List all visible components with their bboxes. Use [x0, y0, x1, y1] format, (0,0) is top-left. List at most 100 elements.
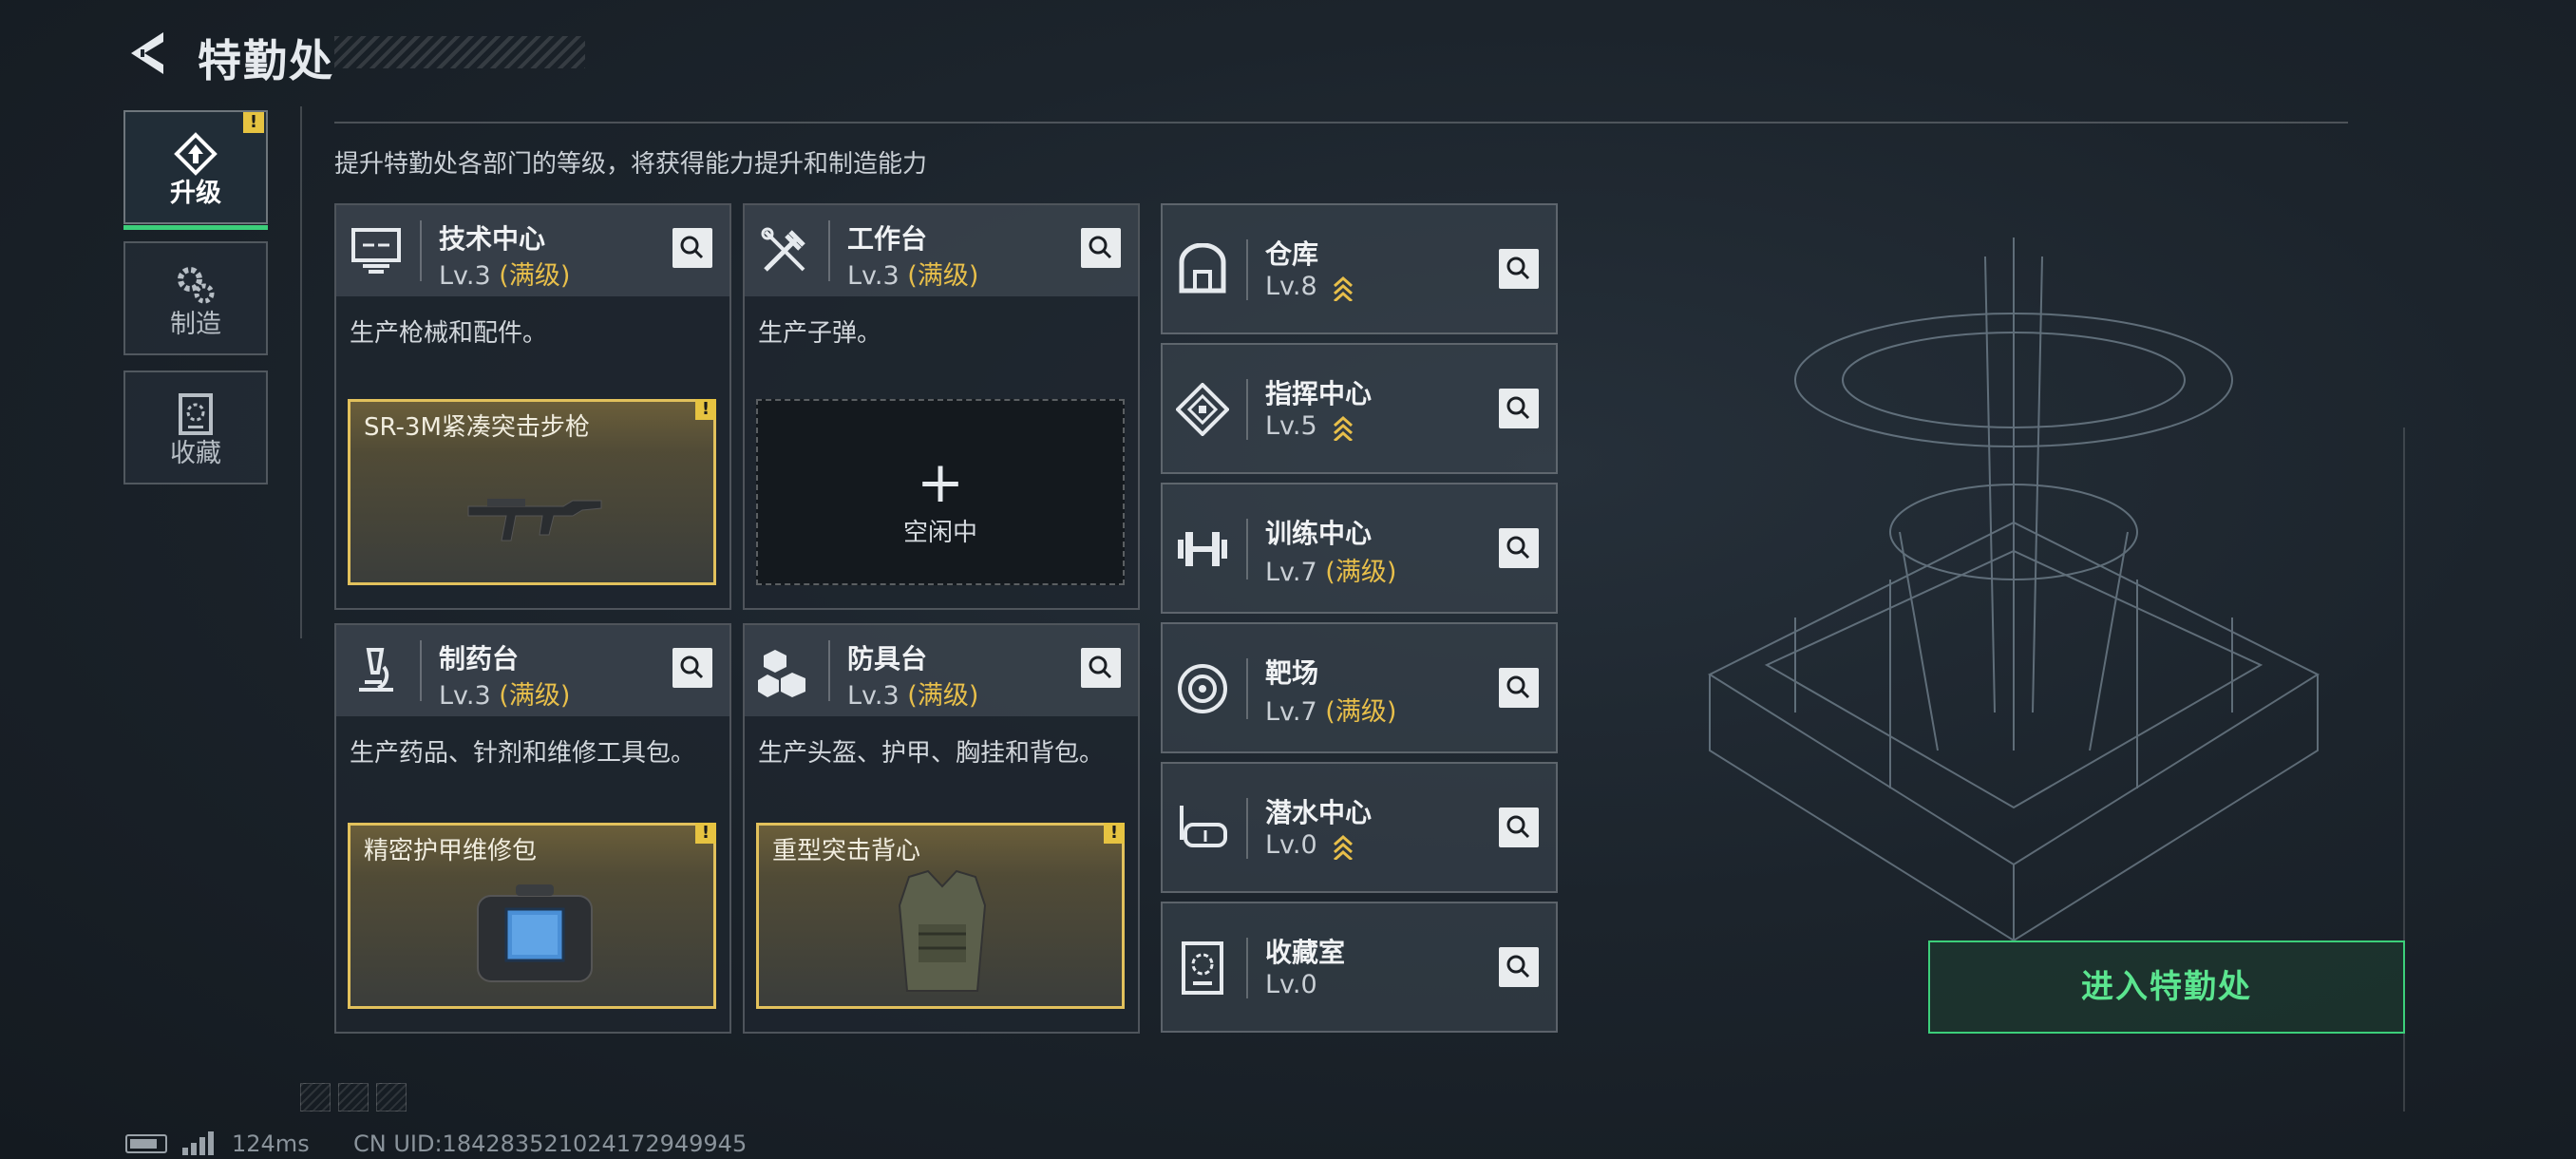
- alert-badge: !: [1104, 823, 1125, 844]
- inspect-button[interactable]: [1499, 808, 1539, 847]
- station-description: 生产子弹。: [758, 319, 882, 348]
- card-divider: [828, 220, 830, 281]
- level-value: Lv.3: [847, 261, 900, 291]
- upgrade-icon: [174, 132, 218, 176]
- max-level-tag: (满级): [499, 681, 571, 711]
- level-value: Lv.5: [1265, 411, 1317, 441]
- target-icon: [1178, 664, 1227, 713]
- max-level-tag: (满级): [1325, 697, 1397, 727]
- facility-card-diving-center[interactable]: 潜水中心 Lv.0: [1161, 762, 1558, 893]
- card-divider: [1246, 938, 1248, 998]
- upgrade-available-icon: [1334, 276, 1354, 301]
- card-divider: [420, 640, 422, 701]
- search-icon: [1506, 256, 1530, 280]
- inspect-button[interactable]: [1499, 668, 1539, 708]
- card-divider: [828, 640, 830, 701]
- facility-card-training-center[interactable]: 训练中心 Lv.7 (满级): [1161, 483, 1558, 614]
- repair-kit-image: [477, 884, 593, 982]
- level-value: Lv.0: [1265, 970, 1317, 999]
- item-name: 重型突击背心: [772, 837, 921, 865]
- search-icon: [1506, 955, 1530, 978]
- max-level-tag: (满级): [907, 681, 979, 711]
- facility-card-collection-room[interactable]: 收藏室 Lv.0: [1161, 902, 1558, 1033]
- battery-icon: [125, 1134, 167, 1153]
- empty-production-slot[interactable]: + 空闲中: [756, 399, 1125, 585]
- tools-icon: [761, 227, 805, 272]
- station-description: 生产头盔、护甲、胸挂和背包。: [758, 739, 1105, 768]
- facility-card-command-center[interactable]: 指挥中心 Lv.5: [1161, 343, 1558, 474]
- computer-icon: [351, 228, 401, 274]
- card-header: 制药台 Lv.3 (满级): [336, 625, 729, 716]
- station-level: Lv.3 (满级): [439, 255, 570, 292]
- card-divider: [1246, 519, 1248, 580]
- inspect-button[interactable]: [1081, 648, 1121, 688]
- station-card-workbench[interactable]: 工作台 Lv.3 (满级) 生产子弹。 + 空闲中: [743, 203, 1140, 610]
- decor-square: [376, 1083, 407, 1112]
- inspect-button[interactable]: [1081, 228, 1121, 268]
- inspect-button[interactable]: [672, 648, 712, 688]
- level-value: Lv.7: [1265, 697, 1317, 727]
- facility-level: Lv.7 (满级): [1265, 691, 1396, 728]
- production-slot[interactable]: SR-3M紧凑突击步枪 !: [348, 399, 716, 585]
- station-level: Lv.3 (满级): [847, 255, 978, 292]
- tab-craft[interactable]: 制造: [123, 241, 268, 355]
- production-slot[interactable]: 精密护甲维修包 !: [348, 823, 716, 1009]
- station-name: 防具台: [847, 643, 928, 674]
- facility-name: 潜水中心: [1265, 797, 1373, 828]
- alert-badge: !: [243, 112, 264, 133]
- card-header: 技术中心 Lv.3 (满级): [336, 205, 729, 296]
- sidebar-divider: [300, 106, 302, 638]
- card-divider: [1246, 379, 1248, 440]
- max-level-tag: (满级): [1325, 558, 1397, 587]
- station-card-armor-bench[interactable]: 防具台 Lv.3 (满级) 生产头盔、护甲、胸挂和背包。 重型突击背心 !: [743, 623, 1140, 1034]
- enter-special-ops-button[interactable]: 进入特勤处: [1928, 940, 2405, 1034]
- search-icon: [680, 656, 704, 679]
- station-name: 工作台: [847, 223, 928, 255]
- facility-level: Lv.8: [1265, 272, 1354, 301]
- item-name: 精密护甲维修包: [364, 837, 538, 865]
- facility-name: 指挥中心: [1265, 378, 1373, 409]
- decor-square: [300, 1083, 331, 1112]
- upgrade-available-icon: [1334, 834, 1354, 860]
- inspect-button[interactable]: [672, 228, 712, 268]
- tab-label: 升级: [170, 179, 221, 208]
- production-slot[interactable]: 重型突击背心 !: [756, 823, 1125, 1009]
- alert-badge: !: [695, 823, 716, 844]
- search-icon: [1089, 656, 1112, 679]
- back-arrow-icon[interactable]: [123, 28, 169, 78]
- facility-name: 靶场: [1265, 657, 1319, 689]
- station-card-tech-center[interactable]: 技术中心 Lv.3 (满级) 生产枪械和配件。 SR-3M紧凑突击步枪 !: [334, 203, 731, 610]
- card-header: 防具台 Lv.3 (满级): [745, 625, 1138, 716]
- gears-icon: [178, 267, 215, 304]
- vest-image: [898, 869, 987, 992]
- building-wireframe-image: [1707, 238, 2320, 942]
- warehouse-icon: [1179, 243, 1226, 294]
- page-subtitle: 提升特勤处各部门的等级，将获得能力提升和制造能力: [334, 150, 928, 179]
- header-divider: [334, 122, 2348, 124]
- armor-boxes-icon: [758, 650, 805, 697]
- level-value: Lv.0: [1265, 830, 1317, 860]
- inspect-button[interactable]: [1499, 528, 1539, 568]
- idle-status: 空闲中: [902, 519, 977, 547]
- ping-value: 124ms: [232, 1130, 310, 1157]
- station-card-pharmacy[interactable]: 制药台 Lv.3 (满级) 生产药品、针剂和维修工具包。 精密护甲维修包 !: [334, 623, 731, 1034]
- search-icon: [1089, 236, 1112, 259]
- tab-label: 制造: [170, 310, 221, 339]
- inspect-button[interactable]: [1499, 947, 1539, 987]
- facility-name: 训练中心: [1265, 518, 1373, 549]
- inspect-button[interactable]: [1499, 249, 1539, 289]
- upgrade-available-icon: [1334, 415, 1354, 441]
- tab-upgrade[interactable]: 升级 !: [123, 110, 268, 230]
- search-icon: [680, 236, 704, 259]
- facility-card-shooting-range[interactable]: 靶场 Lv.7 (满级): [1161, 622, 1558, 753]
- rifle-image: [467, 499, 602, 542]
- title-decoration: [334, 36, 585, 68]
- search-icon: [1506, 396, 1530, 420]
- level-value: Lv.3: [847, 681, 900, 711]
- facility-level: Lv.5: [1265, 411, 1354, 441]
- inspect-button[interactable]: [1499, 389, 1539, 428]
- tab-collection[interactable]: 收藏: [123, 370, 268, 484]
- facility-card-warehouse[interactable]: 仓库 Lv.8: [1161, 203, 1558, 334]
- alert-badge: !: [695, 399, 716, 420]
- station-name: 制药台: [439, 643, 520, 674]
